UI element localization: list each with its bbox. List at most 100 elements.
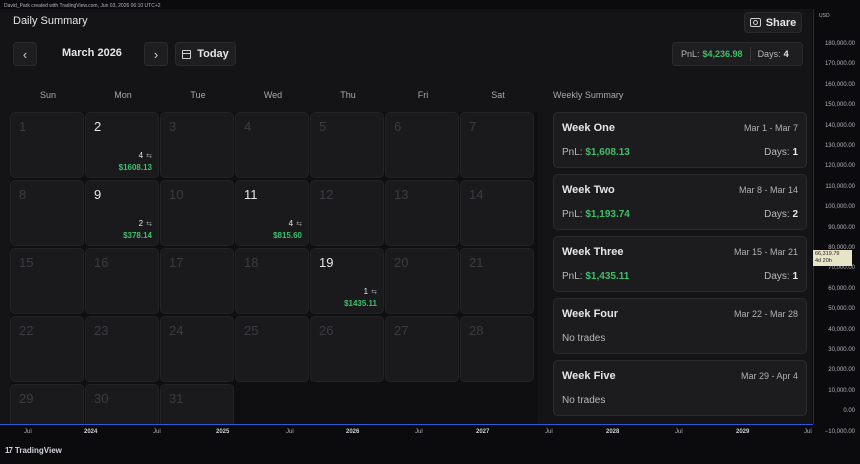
calendar-day[interactable]: 4 [235,112,309,178]
price-tick: 90,000.00 [828,224,855,231]
calendar-day[interactable]: 11 4 ⇆ $815.60 [235,180,309,246]
time-tick: Jul [24,429,32,435]
chevron-left-icon: ‹ [22,46,28,62]
calendar-day[interactable]: 19 1 ⇆ $1435.11 [310,248,384,314]
swap-icon: ⇆ [371,288,377,296]
day-number: 10 [169,187,184,202]
calendar-day[interactable]: 28 [460,316,534,382]
calendar-day[interactable]: 30 [85,384,159,424]
calendar-day[interactable]: 6 [385,112,459,178]
days-label: Days: [757,49,781,59]
week-card[interactable]: Week One Mar 1 - Mar 7 PnL: $1,608.13 Days:… [553,112,807,168]
week-card[interactable]: Week Five Mar 29 - Apr 4 No trades [553,360,807,416]
calendar-day[interactable]: 20 [385,248,459,314]
week-range: Mar 1 - Mar 7 [743,123,798,133]
no-trades-text: No trades [562,333,606,344]
calendar-day[interactable]: 25 [235,316,309,382]
day-pnl: $1435.11 [344,299,377,308]
week-name: Week Five [562,370,616,382]
time-tick: 2029 [736,429,750,435]
next-month-button[interactable]: › [144,42,168,66]
time-axis[interactable]: Jul 2024 Jul 2025 Jul 2026 Jul 2027 Jul 2028 Jul 20… [0,424,813,439]
calendar-day[interactable]: 31 [160,384,234,424]
week-range: Mar 29 - Apr 4 [740,371,798,381]
calendar-day[interactable]: 21 [460,248,534,314]
prev-month-button[interactable]: ‹ [13,42,37,66]
day-number: 15 [19,255,34,270]
panel-title: Daily Summary [13,15,88,27]
calendar-day[interactable]: 18 [235,248,309,314]
calendar-day[interactable]: 10 [160,180,234,246]
calendar-day[interactable]: 23 [85,316,159,382]
day-number: 31 [169,391,184,406]
day-trade-count: 2 ⇆ [139,219,152,228]
day-number: 21 [469,255,484,270]
day-number: 29 [19,391,34,406]
calendar-day[interactable]: 16 [85,248,159,314]
day-number: 30 [94,391,109,406]
week-pnl: PnL: $1,608.13 [562,147,630,158]
week-days-value: 1 [792,271,798,282]
day-number: 11 [244,187,258,202]
today-button[interactable]: Today [175,42,236,66]
calendar-day[interactable]: 7 [460,112,534,178]
calendar-day[interactable]: 15 [10,248,84,314]
calendar-day[interactable]: 22 [10,316,84,382]
day-number: 20 [394,255,409,270]
tradingview-logo[interactable]: 17 TradingView [5,446,62,455]
week-card[interactable]: Week Four Mar 22 - Mar 28 No trades [553,298,807,354]
calendar-day[interactable]: 2 4 ⇆ $1608.13 [85,112,159,178]
calendar-day[interactable]: 12 [310,180,384,246]
price-tick: 0.00 [843,408,855,415]
day-trade-count: 4 ⇆ [139,151,152,160]
week-card[interactable]: Week Two Mar 8 - Mar 14 PnL: $1,193.74 Days… [553,174,807,230]
calendar-day[interactable]: 8 [10,180,84,246]
price-axis[interactable]: USD 180,000.00 170,000.00 160,000.00 150,00… [813,9,860,435]
brand-name: TradingView [14,446,62,455]
day-number: 7 [469,119,477,134]
week-days-value: 2 [792,209,798,220]
calendar-day[interactable]: 9 2 ⇆ $378.14 [85,180,159,246]
calendar-day[interactable]: 1 [10,112,84,178]
week-days-value: 1 [792,147,798,158]
price-tick: 170,000.00 [824,61,855,68]
week-card[interactable]: Week Three Mar 15 - Mar 21 PnL: $1,435.11 D… [553,236,807,292]
price-tick: 110,000.00 [825,183,855,190]
week-name: Week One [562,122,615,134]
calendar-day[interactable]: 14 [460,180,534,246]
calendar-day[interactable]: 5 [310,112,384,178]
price-tick: 100,000.00 [824,204,855,211]
calendar-day[interactable]: 13 [385,180,459,246]
calendar-day[interactable]: 3 [160,112,234,178]
week-pnl: PnL: $1,193.74 [562,209,630,220]
weekday-header: Sat [491,90,505,100]
week-range: Mar 8 - Mar 14 [738,185,798,195]
share-label: Share [765,16,797,29]
weekday-header: Mon [114,90,132,100]
calendar-day[interactable]: 29 [10,384,84,424]
day-pnl: $815.60 [273,231,302,240]
week-pnl-label: PnL: [562,209,583,220]
time-tick: 2024 [84,429,98,435]
price-tick: 140,000.00 [824,122,855,129]
chevron-right-icon: › [153,46,159,62]
calendar-day[interactable]: 17 [160,248,234,314]
price-tick: 120,000.00 [824,163,855,170]
day-number: 6 [394,119,402,134]
calendar-day[interactable]: 24 [160,316,234,382]
trade-count: 4 [138,151,144,160]
weekday-header: Sun [39,90,56,100]
weekly-summary-title: Weekly Summary [553,90,624,100]
calendar-day[interactable]: 26 [310,316,384,382]
swap-icon: ⇆ [146,152,152,160]
day-number: 1 [19,119,27,134]
time-tick: Jul [545,429,553,435]
divider [749,47,751,61]
time-tick: Jul [415,429,423,435]
day-number: 17 [169,255,184,270]
week-pnl-label: PnL: [562,271,583,282]
current-month: March 2026 [62,47,122,59]
calendar-day[interactable]: 27 [385,316,459,382]
day-number: 25 [244,323,259,338]
share-button[interactable]: Share [744,12,802,33]
